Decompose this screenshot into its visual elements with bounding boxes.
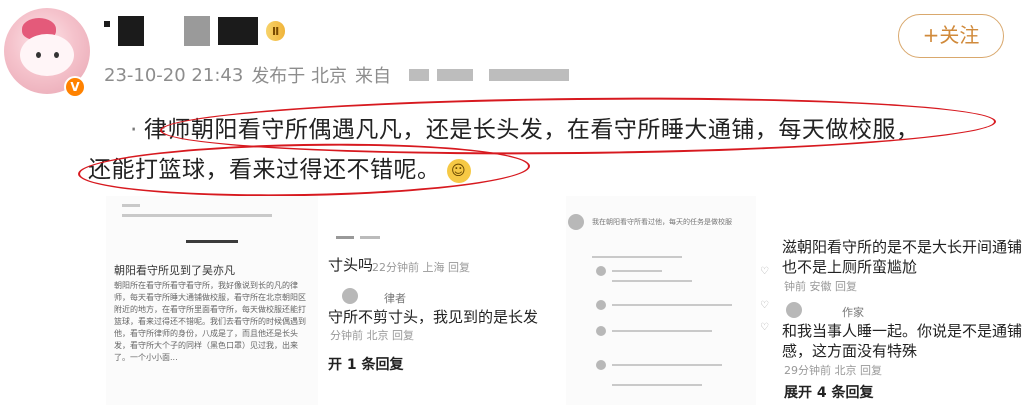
smile-emoji-icon: ☺ [446, 158, 471, 183]
image-comments-left[interactable]: 寸头吗 22分钟前 上海 回复 律者 守所不剪寸头，我见到的是长发 分钟前 北京… [322, 196, 562, 405]
image-comments-mid[interactable]: 我在朝阳看守所看过他，每天的任务是做校服 ♡ [566, 196, 756, 405]
redacted-name-part [218, 17, 258, 45]
avatar-face-shape [20, 34, 74, 76]
comment-text-continued: 也不是上厕所蛮尴尬 [782, 258, 918, 276]
blur-text [186, 240, 238, 243]
blur-text [612, 270, 662, 272]
like-icon[interactable]: ♡ [760, 266, 769, 277]
redacted-name-part [184, 16, 210, 46]
comment-meta: 分钟前 北京 回复 [330, 329, 414, 342]
article-body: 朝阳所在看守所看守看守所，我好像说到长的凡的律师，每天看守所睡大通铺做校服，看守… [114, 281, 306, 362]
image-article[interactable]: 朝阳看守所见到了吴亦凡 朝阳所在看守所看守看守所，我好像说到长的凡的律师，每天看… [106, 196, 318, 405]
expand-replies-link[interactable]: 展开 4 条回复 [784, 382, 874, 402]
redacted-name-part [104, 21, 110, 27]
commenter-avatar [568, 214, 584, 230]
redacted-source [437, 69, 474, 81]
commenter-avatar [342, 288, 358, 304]
commenter-avatar [786, 302, 802, 318]
post-location: 发布于 北京 [251, 66, 348, 87]
blur-text [612, 364, 722, 366]
blur-text [612, 280, 692, 282]
commenter-name: 作家 [842, 306, 864, 319]
blur-text [122, 214, 272, 217]
commenter-name: 律者 [384, 292, 406, 305]
article-title: 朝阳看守所见到了吴亦凡 [114, 264, 235, 277]
comment-text-continued: 感，这方面没有特殊 [782, 342, 918, 360]
like-icon[interactable]: ♡ [760, 322, 769, 333]
post-text-line-2: 还能打篮球，看来过得还不错呢。 ☺ [88, 150, 471, 184]
comment-caption: 我在朝阳看守所看过他，每天的任务是做校服 [592, 218, 732, 226]
avatar-eye-shape [54, 52, 59, 58]
comment-meta: 29分钟前 北京 回复 [784, 364, 882, 377]
blur-text [360, 236, 380, 239]
username-row[interactable]: Ⅱ [104, 14, 286, 48]
post-meta: 23-10-20 21:43 发布于 北京 来自 [104, 62, 570, 88]
image-comments-right[interactable]: ♡ ♡ ♡ 滋朝阳看守所的是不是大长开间通铺 也不是上厕所蛮尴尬 钟前 安徽 回… [758, 196, 1022, 405]
comment-text: 和我当事人睡一起。你说是不是通铺 [782, 322, 1022, 340]
follow-button[interactable]: +关注 [898, 14, 1004, 58]
post-text-line-1: · 律师朝阳看守所偶遇凡凡，还是长头发，在看守所睡大通铺，每天做校服， [130, 110, 919, 144]
blur-text [336, 236, 354, 239]
blur-text [122, 204, 140, 207]
commenter-avatar [596, 360, 606, 370]
expand-replies-link[interactable]: 开 1 条回复 [328, 354, 404, 374]
blur-text [612, 384, 702, 386]
like-icon[interactable]: ♡ [760, 300, 769, 311]
commenter-avatar [596, 326, 606, 336]
comment-meta: 钟前 安徽 回复 [784, 280, 857, 293]
verified-icon: V [64, 76, 86, 98]
post-text-content-2: 还能打篮球，看来过得还不错呢。 [88, 157, 441, 183]
redacted-source [409, 69, 430, 81]
comment-meta: 22分钟前 上海 回复 [372, 261, 470, 274]
post-leading-mark: · [130, 117, 138, 143]
commenter-avatar [596, 300, 606, 310]
vip-level: Ⅱ [272, 24, 280, 38]
post-date: 23-10-20 21:43 [104, 64, 244, 86]
post-text-content-1: 律师朝阳看守所偶遇凡凡，还是长头发，在看守所睡大通铺，每天做校服， [143, 117, 920, 143]
commenter-avatar [596, 266, 606, 276]
comment-text: 滋朝阳看守所的是不是大长开间通铺 [782, 238, 1022, 256]
comment-text: 寸头吗 [328, 256, 374, 274]
redacted-name-part [118, 16, 144, 46]
post-source-label: 来自 [355, 66, 392, 87]
redacted-source [489, 69, 570, 81]
blur-text [592, 256, 682, 258]
vip-badge: Ⅱ [266, 21, 286, 41]
blur-text [612, 304, 732, 306]
comment-text: 守所不剪寸头，我见到的是长发 [328, 308, 539, 326]
blur-text [612, 330, 712, 332]
avatar-eye-shape [36, 52, 41, 58]
